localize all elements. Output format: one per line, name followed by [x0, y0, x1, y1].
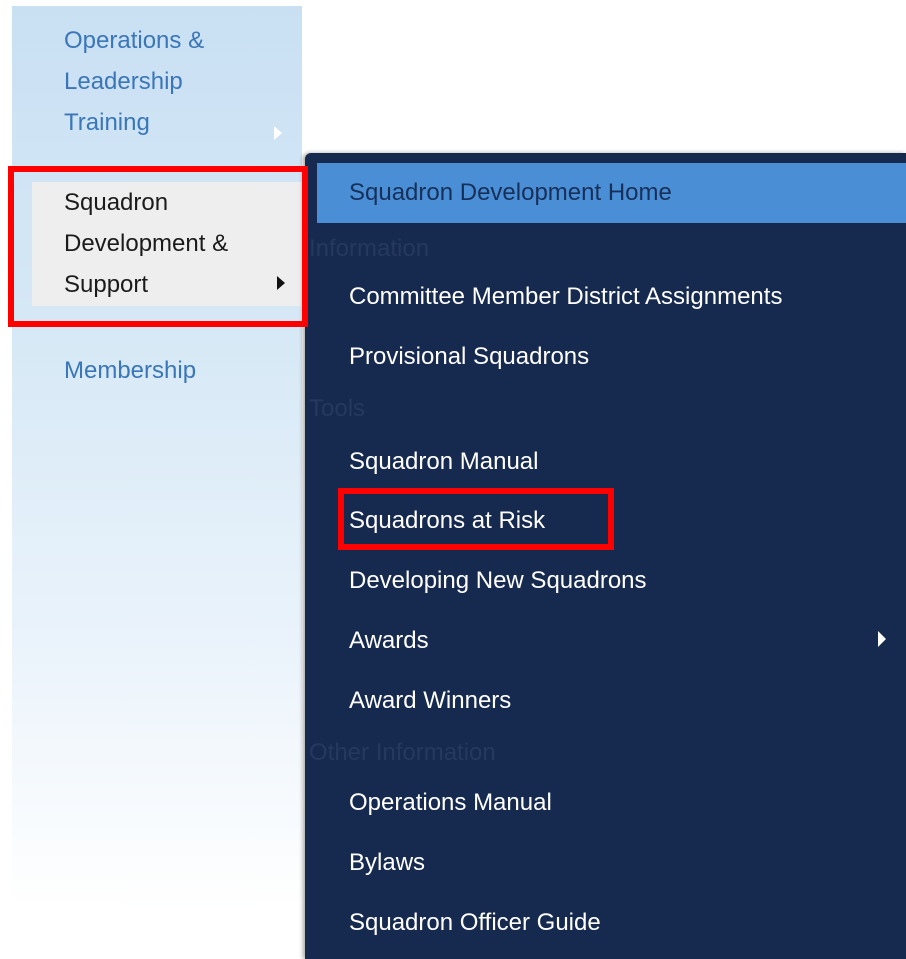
- submenu-flyout: Squadron Development Home Information Co…: [305, 153, 906, 959]
- sidebar-item-squadron-development-support[interactable]: Squadron Development & Support: [32, 182, 302, 306]
- sidebar-item-label-line: Membership: [64, 357, 197, 384]
- menu-item-squadron-manual[interactable]: Squadron Manual: [349, 448, 538, 476]
- menu-item-bylaws[interactable]: Bylaws: [349, 849, 425, 877]
- sidebar-item-label-line: Development &: [64, 230, 229, 257]
- sidebar-item-label-line: Support: [64, 271, 149, 298]
- sidebar-item-label-line: Squadron: [64, 189, 169, 216]
- sidebar-item-label-line: Leadership: [64, 68, 183, 95]
- menu-section-heading-tools: Tools: [309, 395, 366, 422]
- menu-section-heading-other-information: Other Information: [309, 739, 496, 766]
- sidebar-item-membership[interactable]: Membership: [12, 350, 302, 394]
- menu-item-award-winners[interactable]: Award Winners: [349, 687, 511, 715]
- menu-item-developing-new-squadrons[interactable]: Developing New Squadrons: [349, 567, 647, 595]
- menu-item-awards[interactable]: Awards: [349, 627, 429, 655]
- submenu-arrow-icon: [878, 631, 886, 647]
- screenshot-stage: Operations & Leadership Training Members…: [0, 0, 906, 959]
- sidebar-nav: Operations & Leadership Training Members…: [12, 6, 302, 911]
- sidebar-item-operations-leadership-training[interactable]: Operations & Leadership Training: [12, 20, 302, 144]
- menu-item-squadron-development-home[interactable]: Squadron Development Home: [317, 163, 906, 223]
- submenu-arrow-icon: [277, 276, 285, 290]
- menu-section-heading-information: Information: [309, 235, 430, 262]
- sidebar-item-label-line: Training: [64, 109, 150, 136]
- sidebar-item-label-line: Operations &: [64, 27, 205, 54]
- submenu-arrow-icon: [274, 126, 282, 140]
- menu-item-squadron-officer-guide[interactable]: Squadron Officer Guide: [349, 909, 601, 937]
- menu-item-squadrons-at-risk[interactable]: Squadrons at Risk: [349, 507, 545, 535]
- menu-item-operations-manual[interactable]: Operations Manual: [349, 789, 552, 817]
- menu-item-committee-member-district-assignments[interactable]: Committee Member District Assignments: [349, 283, 782, 311]
- menu-item-provisional-squadrons[interactable]: Provisional Squadrons: [349, 343, 589, 371]
